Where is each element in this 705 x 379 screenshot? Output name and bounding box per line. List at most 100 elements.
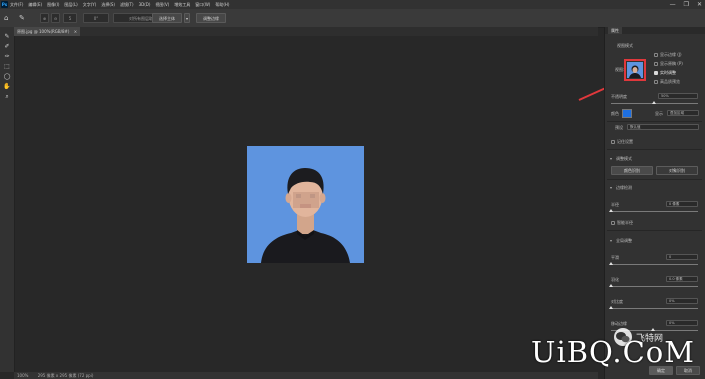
shift-edge-field[interactable]: 0%	[666, 320, 698, 326]
color-swatch[interactable]	[622, 109, 632, 118]
show-edge-checkbox[interactable]	[654, 53, 658, 57]
window-controls: — ❐ ✕	[670, 0, 702, 9]
view-label: 视图:	[615, 67, 625, 72]
divider	[607, 179, 702, 180]
close-button[interactable]: ✕	[697, 1, 702, 8]
opacity-slider-knob[interactable]	[652, 101, 656, 104]
hand-tool-icon[interactable]: ✋	[3, 83, 11, 91]
minimize-button[interactable]: —	[670, 1, 676, 8]
restore-button[interactable]: ❐	[684, 1, 689, 8]
add-to-selection-icon[interactable]: ⊕	[40, 13, 49, 23]
realtime-adjust-checkbox[interactable]	[654, 71, 658, 75]
document-tab-bar: 原图.jpg @ 100%(RGB/8#) ×	[14, 27, 598, 36]
display-select[interactable]: 叠加区域	[667, 110, 699, 116]
color-label: 颜色	[611, 111, 619, 116]
home-icon[interactable]: ⌂	[4, 14, 8, 22]
divider	[607, 230, 702, 231]
menu-filter[interactable]: 滤镜(T)	[120, 2, 134, 8]
document-tab[interactable]: 原图.jpg @ 100%(RGB/8#) ×	[14, 27, 81, 36]
subtract-from-selection-icon[interactable]: ⊖	[51, 13, 60, 23]
menu-items: 文件(F) 编辑(E) 图像(I) 图层(L) 文字(Y) 选择(S) 滤镜(T…	[10, 0, 229, 9]
quick-selection-tool-icon[interactable]: ✎	[3, 33, 11, 41]
select-and-mask-button[interactable]: 调整边缘	[196, 13, 226, 23]
menu-type[interactable]: 文字(Y)	[83, 2, 97, 8]
menu-select[interactable]: 选择(S)	[101, 2, 115, 8]
radius-slider-knob[interactable]	[609, 209, 613, 212]
select-subject-button[interactable]: 选择主体	[152, 13, 182, 23]
realtime-adjust-label: 实时调整	[660, 70, 676, 75]
shift-edge-label: 移动边缘	[611, 321, 627, 326]
global-refine-title: 全局调整	[616, 238, 632, 243]
watermark-brand: UiBQ.CoM	[531, 335, 695, 369]
angle-field[interactable]: 0°	[83, 13, 109, 23]
contrast-label: 对比度	[611, 299, 623, 304]
menu-help[interactable]: 帮助(H)	[215, 2, 229, 8]
feather-field[interactable]: 0.0 像素	[666, 276, 698, 282]
document-tab-title: 原图.jpg @ 100%(RGB/8#)	[17, 29, 70, 34]
tab-close-icon[interactable]: ×	[74, 29, 77, 34]
smart-radius-checkbox[interactable]	[611, 221, 615, 225]
document-info: 295 像素 x 295 像素 (72 ppi)	[37, 373, 94, 378]
hq-preview-label: 高品质预览	[660, 79, 680, 84]
zoom-tool-icon[interactable]: ⌕	[3, 93, 11, 101]
photoshop-logo: Ps	[1, 1, 8, 8]
contrast-slider-knob[interactable]	[609, 306, 613, 309]
menu-window[interactable]: 窗口(W)	[195, 2, 210, 8]
contrast-field[interactable]: 0%	[666, 298, 698, 304]
opacity-label: 不透明度	[611, 94, 627, 99]
portrait-illustration	[247, 146, 364, 263]
portrait-photo	[247, 146, 364, 263]
menu-file[interactable]: 文件(F)	[10, 2, 23, 8]
edge-detection-title: 边缘检测	[616, 185, 632, 190]
menu-plugins[interactable]: 增效工具	[174, 2, 190, 8]
divider	[607, 121, 702, 122]
menu-3d[interactable]: 3D(D)	[139, 2, 151, 7]
radius-field[interactable]: 0 像素	[666, 201, 698, 207]
tools-panel: ✎ ✐ ✑ ⬚ ◯ ✋ ⌕	[0, 27, 15, 372]
smooth-slider-knob[interactable]	[609, 262, 613, 265]
feather-slider-knob[interactable]	[609, 284, 613, 287]
thumbnail-portrait-icon	[629, 65, 641, 78]
chevron-down-icon[interactable]: ▾	[184, 13, 190, 23]
chevron-down-icon[interactable]: ▾	[610, 156, 612, 161]
feather-slider[interactable]	[611, 286, 698, 287]
radius-slider[interactable]	[611, 211, 698, 212]
contrast-slider[interactable]	[611, 308, 698, 309]
view-mode-thumbnail[interactable]	[627, 62, 643, 78]
divider	[607, 149, 702, 150]
preset-select[interactable]: 默认值	[627, 124, 699, 130]
chevron-down-icon[interactable]: ▾	[610, 238, 612, 243]
smart-radius-label: 智能半径	[617, 220, 633, 225]
options-bar: ⌂ ✎ ⊕ ⊖ 5 0° 对所有图层取样 选择主体 ▾ 调整边缘	[0, 9, 705, 28]
remember-settings-label: 记住设置	[617, 139, 633, 144]
refine-mode-title: 调整模式	[616, 156, 632, 161]
preset-label: 预设	[615, 125, 623, 130]
brush-tool-icon[interactable]: ✑	[3, 53, 11, 61]
refine-brush-icon[interactable]: ✎	[19, 14, 25, 22]
object-selection-tool-icon[interactable]: ⬚	[3, 63, 11, 71]
remember-settings-checkbox[interactable]	[611, 140, 615, 144]
view-mode-title: 视图模式	[617, 43, 633, 48]
menu-layer[interactable]: 图层(L)	[64, 2, 77, 8]
show-original-checkbox[interactable]	[654, 62, 658, 66]
zoom-level[interactable]: 100%	[17, 373, 28, 378]
refine-edge-brush-icon[interactable]: ✐	[3, 43, 11, 51]
menu-edit[interactable]: 编辑(E)	[28, 2, 42, 8]
status-bar: 100% 295 像素 x 295 像素 (72 ppi)	[14, 372, 598, 379]
show-edge-label: 显示边缘 (J)	[660, 52, 682, 57]
hq-preview-checkbox[interactable]	[654, 80, 658, 84]
object-aware-button[interactable]: 对象识别	[656, 166, 698, 175]
display-label: 显示	[655, 111, 663, 116]
chevron-down-icon[interactable]: ▾	[610, 185, 612, 190]
menu-view[interactable]: 视图(V)	[155, 2, 169, 8]
tab-properties[interactable]: 属性	[608, 27, 622, 34]
lasso-tool-icon[interactable]: ◯	[3, 73, 11, 81]
radius-label: 半径	[611, 202, 619, 207]
menu-image[interactable]: 图像(I)	[47, 2, 59, 8]
opacity-field[interactable]: 50%	[658, 93, 698, 99]
brush-size-picker[interactable]: 5	[63, 13, 77, 23]
smooth-slider[interactable]	[611, 264, 698, 265]
panel-tab-bar: 属性	[605, 27, 705, 34]
color-aware-button[interactable]: 颜色识别	[611, 166, 653, 175]
smooth-field[interactable]: 0	[666, 254, 698, 260]
